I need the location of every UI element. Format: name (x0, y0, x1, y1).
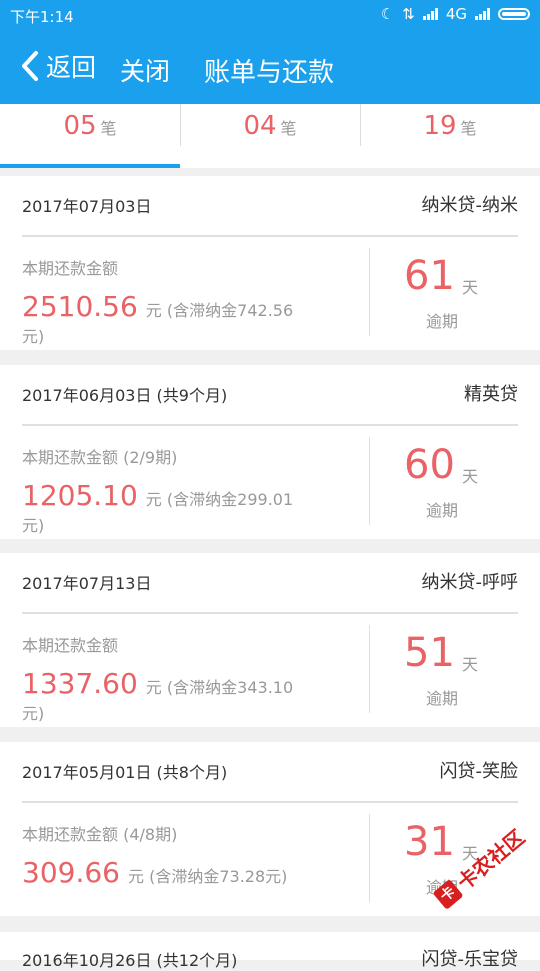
bill-card[interactable]: 2017年06月03日 (共9个月) 精英贷 本期还款金额 (2/9期) 120… (0, 365, 540, 539)
signal-icon-2 (475, 8, 490, 20)
tab-indicator (0, 164, 180, 168)
amount-label: 本期还款金额 (22, 636, 119, 655)
bill-date: 2017年07月03日 (22, 197, 152, 216)
late-fee: (含滞纳金73.28元) (149, 867, 288, 886)
back-label: 返回 (46, 53, 97, 82)
amount-value: 309.66 (22, 856, 120, 889)
divider-vertical (369, 625, 370, 713)
tab-1[interactable]: 05 笔 (0, 104, 180, 168)
tab-2[interactable]: 04 笔 (180, 104, 360, 168)
bill-card[interactable]: 2017年07月03日 纳米贷-纳米 本期还款金额 2510.56 元 (含滞纳金… (0, 176, 540, 350)
close-button[interactable]: 关闭 (120, 52, 170, 88)
tab-3[interactable]: 19 笔 (360, 104, 540, 168)
days-unit: 天 (462, 467, 479, 486)
tab-count: 04 (243, 111, 277, 141)
amount-block: 309.66 元 (含滞纳金73.28元) (22, 859, 312, 890)
amount-value: 2510.56 (22, 290, 138, 323)
divider (22, 612, 518, 614)
divider (22, 801, 518, 803)
moon-icon: ☾ (380, 5, 395, 23)
bill-date: 2016年10月26日 (共12个月) (22, 951, 238, 970)
lender-name: 纳米贷-纳米 (421, 195, 519, 216)
amount-label: 本期还款金额 (22, 259, 119, 278)
status-bar: 下午1:14 ☾ ⇅ 4G (0, 0, 540, 30)
bill-card[interactable]: 2016年10月26日 (共12个月) 闪贷-乐宝贷 (0, 932, 540, 970)
bill-date: 2017年06月03日 (共9个月) (22, 386, 228, 405)
overdue-days: 61 (404, 253, 455, 299)
status-icons: ☾ ⇅ 4G (381, 5, 530, 23)
overdue-status: 逾期 (426, 501, 459, 520)
amount-block: 1337.60 元 (含滞纳金343.10元) (22, 670, 312, 727)
back-button[interactable]: 返回 (20, 48, 96, 84)
overdue-status: 逾期 (426, 312, 459, 331)
data-transfer-icon: ⇅ (402, 5, 415, 23)
amount-value: 1337.60 (22, 667, 138, 700)
page-title: 账单与还款 (204, 58, 335, 88)
divider (22, 424, 518, 426)
nav-bar: 返回 关闭 账单与还款 (0, 30, 540, 104)
amount-label: 本期还款金额 (2/9期) (22, 448, 178, 467)
tab-unit: 笔 (100, 119, 117, 138)
overdue-days: 51 (404, 630, 455, 676)
lender-name: 闪贷-笑脸 (439, 761, 519, 782)
divider (22, 235, 518, 237)
overdue-days: 31 (404, 819, 455, 865)
signal-icon (422, 8, 438, 20)
tab-unit: 笔 (280, 119, 297, 138)
tab-unit: 笔 (460, 119, 477, 138)
days-unit: 天 (462, 655, 479, 674)
lender-name: 闪贷-乐宝贷 (421, 949, 519, 970)
currency-unit: 元 (145, 678, 162, 697)
tab-count: 19 (423, 111, 457, 141)
network-type: 4G (445, 5, 467, 23)
tab-count: 05 (63, 111, 97, 141)
battery-icon (498, 8, 530, 20)
currency-unit: 元 (145, 301, 162, 320)
lender-name: 精英贷 (464, 384, 518, 405)
currency-unit: 元 (127, 867, 144, 886)
divider-vertical (369, 248, 370, 336)
overdue-status: 逾期 (426, 689, 459, 708)
currency-unit: 元 (145, 490, 162, 509)
amount-block: 2510.56 元 (含滞纳金742.56元) (22, 293, 312, 350)
overdue-days: 60 (404, 442, 455, 488)
tab-bar: 05 笔 04 笔 19 笔 (0, 104, 540, 168)
divider-vertical (369, 814, 370, 902)
bill-card[interactable]: 2017年07月13日 纳米贷-呼呼 本期还款金额 1337.60 元 (含滞纳金… (0, 553, 540, 727)
chevron-left-icon (22, 51, 38, 81)
bill-date: 2017年07月13日 (22, 574, 152, 593)
amount-label: 本期还款金额 (4/8期) (22, 825, 178, 844)
days-unit: 天 (462, 278, 479, 297)
amount-block: 1205.10 元 (含滞纳金299.01元) (22, 482, 312, 539)
bill-date: 2017年05月01日 (共8个月) (22, 763, 228, 782)
divider-vertical (369, 437, 370, 525)
status-time: 下午1:14 (10, 8, 74, 26)
lender-name: 纳米贷-呼呼 (421, 572, 519, 593)
amount-value: 1205.10 (22, 479, 138, 512)
